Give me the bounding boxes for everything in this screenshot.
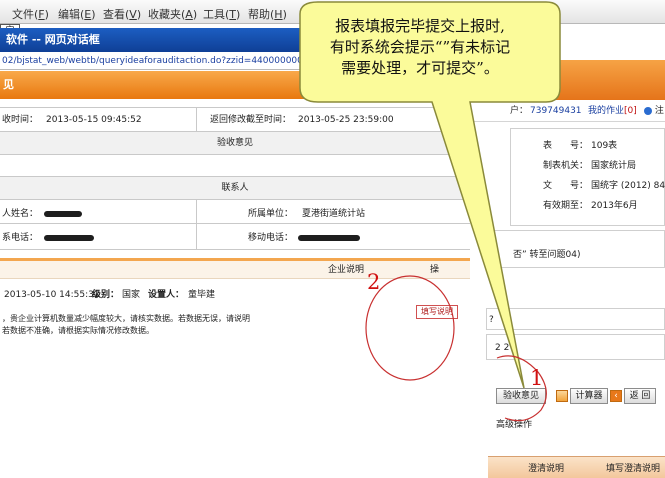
annotation-marker-1: 1: [530, 366, 544, 390]
callout-line-1: 报表填报完毕提交上报时,: [335, 17, 505, 35]
callout-text: 报表填报完毕提交上报时, 有时系统会提示“”有未标记 需要处理，才可提交”。: [300, 16, 540, 79]
callout-line-2: 有时系统会提示“”有未标记: [329, 38, 511, 56]
annotation-marker-2: 2: [367, 270, 381, 294]
callout-line-3: 需要处理，才可提交”。: [341, 59, 499, 77]
